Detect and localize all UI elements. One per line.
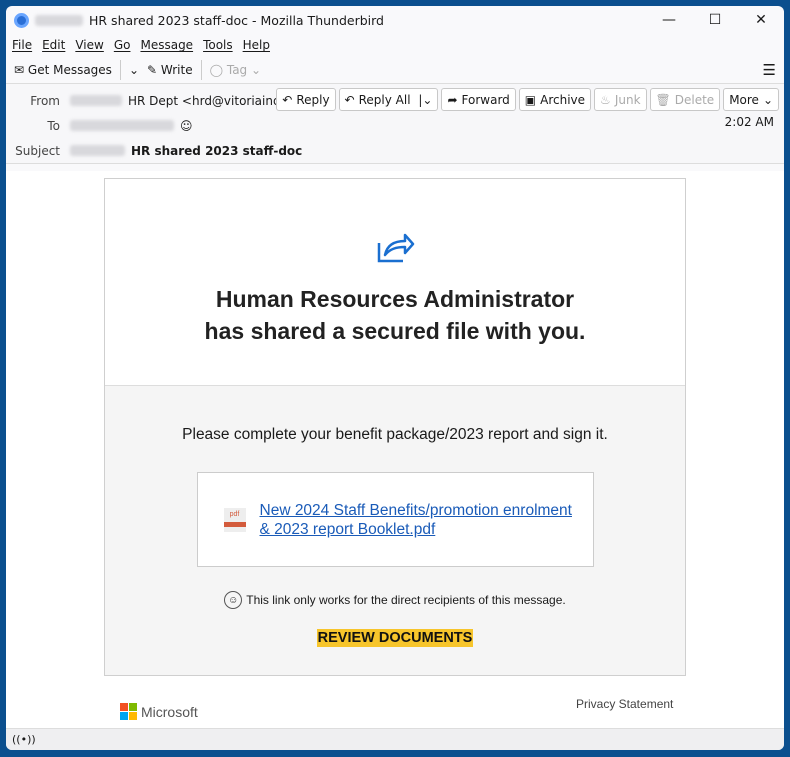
redacted [70, 145, 125, 156]
minimize-button[interactable]: — [646, 12, 692, 28]
menu-view[interactable]: View [75, 38, 103, 52]
people-icon: ☺ [224, 591, 243, 609]
forward-icon: ➦ [447, 92, 458, 107]
archive-button[interactable]: ▣ Archive [518, 88, 592, 111]
microsoft-logo: Microsoft [120, 703, 198, 720]
review-documents-link[interactable]: REVIEW DOCUMENTS [316, 629, 474, 647]
online-status-icon[interactable]: ((•)) [12, 733, 36, 746]
redacted-sender [35, 14, 83, 26]
subject-value: HR shared 2023 staff-doc [131, 143, 303, 158]
microsoft-brand-text: Microsoft [141, 703, 198, 720]
hamburger-menu-icon[interactable]: ☰ [763, 61, 776, 79]
get-messages-label: Get Messages [27, 62, 112, 77]
status-bar: ((•)) [6, 728, 784, 750]
menu-go[interactable]: Go [114, 38, 131, 52]
maximize-button[interactable]: ☐ [692, 12, 738, 28]
message-header: FromHR Dept <hrd@vitoriaind-br.com> ☺ To… [6, 84, 784, 164]
junk-label: Junk [614, 92, 641, 107]
write-button[interactable]: ✎ Write [147, 63, 193, 77]
get-messages-dropdown[interactable]: ⌄ [129, 63, 139, 77]
archive-label: Archive [540, 92, 586, 107]
message-time: 2:02 AM [724, 115, 774, 129]
menu-message[interactable]: Message [140, 38, 193, 52]
delete-button[interactable]: 🗑 Delete [649, 88, 721, 111]
menu-edit[interactable]: Edit [42, 38, 65, 52]
menu-bar: File Edit View Go Message Tools Help [6, 34, 784, 56]
reply-all-icon: ↶ [344, 92, 355, 107]
junk-icon: ♨ [600, 92, 611, 107]
reply-all-button[interactable]: ↶ Reply All |⌄ [338, 88, 439, 111]
delete-label: Delete [674, 92, 715, 107]
window-title: HR shared 2023 staff-doc - Mozilla Thund… [89, 12, 384, 28]
divider [200, 59, 202, 80]
write-label: Write [160, 62, 193, 77]
reply-label: Reply [296, 92, 330, 107]
recipients-note: ☺ This link only works for the direct rec… [105, 591, 685, 609]
pencil-icon: ✎ [147, 62, 158, 77]
tag-button[interactable]: ◯ Tag ⌄ [210, 63, 261, 77]
attachment-link[interactable]: New 2024 Staff Benefits/promotion enrolm… [260, 501, 572, 539]
menu-tools[interactable]: Tools [203, 38, 233, 52]
junk-button[interactable]: ♨ Junk [594, 88, 647, 111]
to-label: To [47, 118, 60, 133]
toolbar: ✉ Get Messages ⌄ ✎ Write ◯ Tag ⌄ ☰ [6, 56, 784, 84]
tag-icon: ◯ [209, 62, 224, 77]
thunderbird-window: HR shared 2023 staff-doc - Mozilla Thund… [6, 6, 784, 750]
title-bar: HR shared 2023 staff-doc - Mozilla Thund… [6, 6, 784, 34]
heading-line-1: Human Resources Administrator [215, 286, 575, 312]
message-body: Human Resources Administrator has shared… [6, 171, 784, 728]
message-text: Please complete your benefit package/202… [182, 426, 608, 443]
thunderbird-logo-icon [14, 12, 29, 28]
privacy-statement-link[interactable]: Privacy Statement [576, 697, 673, 711]
get-messages-button[interactable]: ✉ Get Messages [14, 63, 112, 77]
from-label: From [30, 93, 60, 108]
share-icon [375, 229, 415, 265]
forward-label: Forward [461, 92, 510, 107]
pdf-file-icon: pdf [223, 507, 246, 532]
more-button[interactable]: More ⌄ [723, 88, 779, 111]
redacted [70, 95, 122, 106]
reply-button[interactable]: ↶ Reply [276, 88, 336, 111]
contact-icon[interactable]: ☺ [180, 119, 193, 133]
archive-icon: ▣ [524, 92, 537, 107]
envelope-icon: ✉ [14, 62, 25, 77]
close-button[interactable]: ✕ [738, 12, 784, 28]
note-text: This link only works for the direct reci… [246, 593, 566, 607]
attachment-box: pdf New 2024 Staff Benefits/promotion en… [196, 472, 594, 567]
reply-all-label: Reply All [358, 92, 411, 107]
reply-icon: ↶ [282, 92, 293, 107]
forward-button[interactable]: ➦ Forward [441, 88, 516, 111]
more-label: More [729, 92, 759, 107]
trash-icon: 🗑 [655, 92, 671, 107]
email-card: Human Resources Administrator has shared… [104, 178, 686, 676]
menu-file[interactable]: File [12, 38, 32, 52]
heading-line-2: has shared a secured file with you. [204, 318, 586, 344]
redacted-recipient [70, 120, 174, 131]
menu-help[interactable]: Help [243, 38, 270, 52]
subject-label: Subject [15, 143, 60, 158]
divider [119, 59, 121, 80]
tag-label: Tag [226, 62, 248, 77]
